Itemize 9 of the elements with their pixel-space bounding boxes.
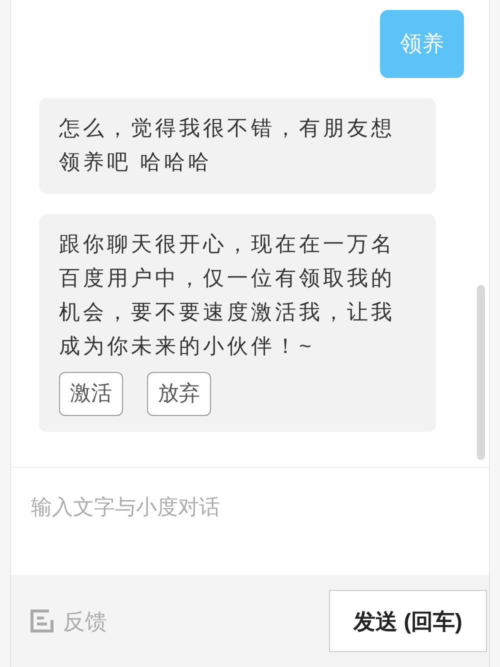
message-input[interactable]: 输入文字与小度对话	[31, 492, 469, 524]
scrollbar[interactable]	[477, 285, 485, 460]
edit-icon	[29, 608, 55, 634]
action-button[interactable]: 放弃	[147, 372, 211, 416]
message-bubble: 领养	[380, 10, 464, 78]
send-button[interactable]: 发送 (回车)	[329, 590, 487, 652]
message-text: 跟你聊天很开心，现在在一万名百度用户中，仅一位有领取我的机会，要不要速度激活我，让我成为你未来的小伙伴！~	[59, 232, 396, 360]
message-text: 怎么，觉得我很不错，有朋友想领养吧 哈哈哈	[59, 116, 396, 176]
action-button[interactable]: 激活	[59, 372, 123, 416]
